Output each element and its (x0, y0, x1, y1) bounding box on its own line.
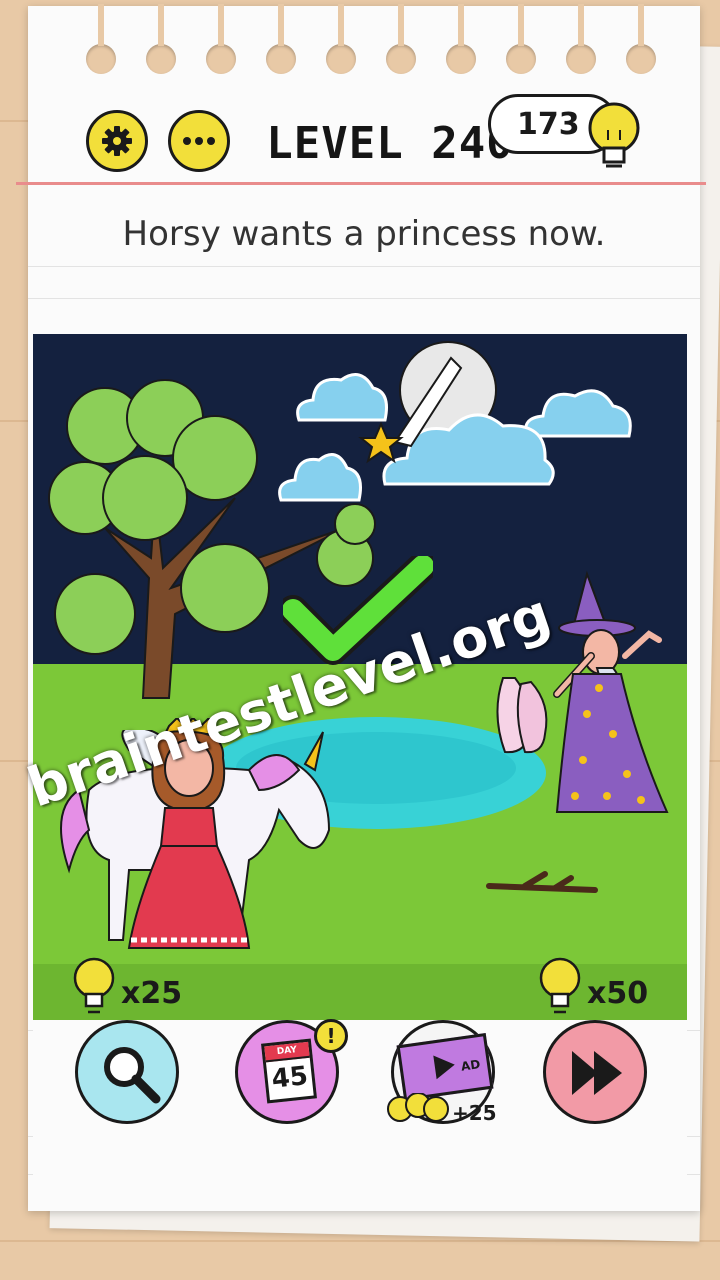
watch-ad-button[interactable]: AD +25 (387, 1020, 497, 1125)
more-dots-icon (183, 137, 215, 145)
lightbulb-icon (73, 957, 115, 1014)
play-icon (433, 1055, 455, 1080)
ad-reward: +25 (452, 1101, 497, 1125)
calendar-icon: DAY 45 (261, 1038, 317, 1104)
gear-icon (102, 126, 132, 156)
hints-count: 173 (517, 106, 580, 142)
level-instruction: Horsy wants a princess now. (122, 214, 606, 254)
film-icon: AD (396, 1033, 494, 1101)
ballet-slippers[interactable] (485, 674, 555, 758)
lightbulb-icon (539, 957, 581, 1014)
level-title: LEVEL 240 (266, 118, 514, 169)
margin-line (16, 182, 706, 185)
stick[interactable] (485, 870, 601, 898)
fast-forward-icon (572, 1051, 622, 1095)
magnifier-icon (104, 1047, 161, 1104)
skip-button[interactable] (543, 1020, 647, 1124)
tool-bar: x25 x50 DAY 45 ! AD +25 (33, 957, 687, 1206)
zoom-button[interactable] (75, 1020, 179, 1124)
lightbulbs-icon (387, 1093, 449, 1122)
lightbulb-icon (588, 102, 640, 168)
settings-button[interactable] (86, 110, 148, 172)
skip-cost: x50 (587, 976, 649, 1011)
daily-challenge-button[interactable]: DAY 45 ! (235, 1019, 348, 1124)
menu-button[interactable] (168, 110, 230, 172)
daily-day-number: 45 (270, 1061, 310, 1095)
notification-badge: ! (314, 1019, 348, 1053)
zoom-cost: x25 (121, 976, 183, 1011)
